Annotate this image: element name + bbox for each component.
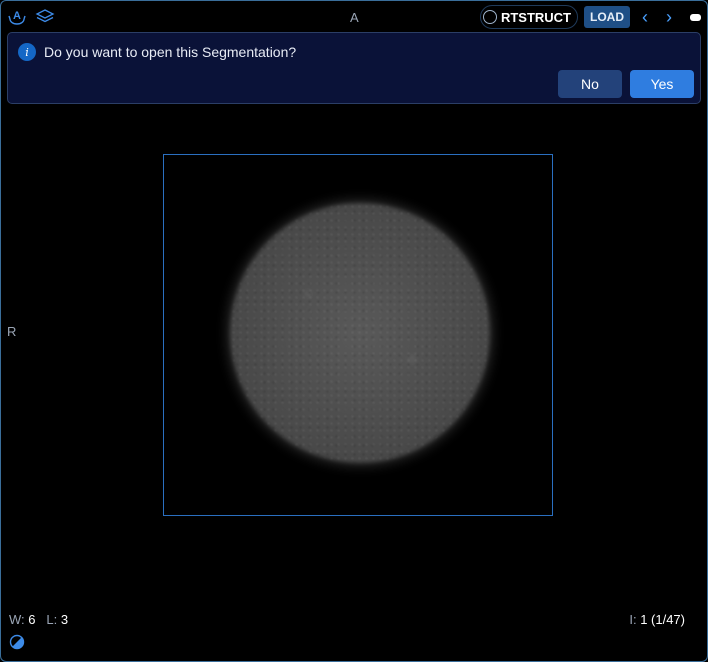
- window-level-readout: W: 6 L: 3: [9, 612, 68, 627]
- segmentation-prompt-dialog: i Do you want to open this Segmentation?…: [7, 32, 701, 104]
- viewport-top-right-tools: RTSTRUCT LOAD ‹ ›: [479, 5, 701, 29]
- modality-label: RTSTRUCT: [500, 9, 571, 25]
- image-viewport[interactable]: A A R RTSTRUCT LOAD ‹ › i Do you want to…: [0, 0, 708, 662]
- window-value: 6: [28, 612, 36, 627]
- no-button[interactable]: No: [558, 70, 622, 98]
- segmentation-status-badge[interactable]: RTSTRUCT: [479, 5, 578, 29]
- contrast-icon[interactable]: [9, 634, 25, 650]
- dialog-message: Do you want to open this Segmentation?: [44, 44, 297, 60]
- viewport-top-left-tools: A: [7, 7, 55, 27]
- image-frame[interactable]: [163, 154, 553, 516]
- chevron-right-icon[interactable]: ›: [660, 6, 678, 28]
- info-icon: i: [18, 43, 36, 61]
- window-indicator-icon[interactable]: [690, 13, 701, 21]
- svg-text:A: A: [13, 10, 21, 22]
- orientation-marker-left: R: [7, 324, 17, 339]
- window-label: W:: [9, 612, 25, 627]
- level-value: 3: [60, 612, 69, 627]
- tracking-icon[interactable]: A: [7, 7, 27, 27]
- status-circle-icon: [482, 10, 497, 24]
- orientation-marker-top: A: [350, 10, 359, 25]
- instance-label: I:: [629, 612, 637, 627]
- instance-readout: I: 1 (1/47): [629, 612, 685, 627]
- level-label: L:: [46, 612, 58, 627]
- phantom-noise-texture: [230, 203, 490, 463]
- load-button[interactable]: LOAD: [584, 6, 630, 28]
- instance-value: 1 (1/47): [640, 612, 685, 627]
- chevron-left-icon[interactable]: ‹: [636, 6, 654, 28]
- yes-button[interactable]: Yes: [630, 70, 694, 98]
- layers-icon[interactable]: [35, 7, 55, 27]
